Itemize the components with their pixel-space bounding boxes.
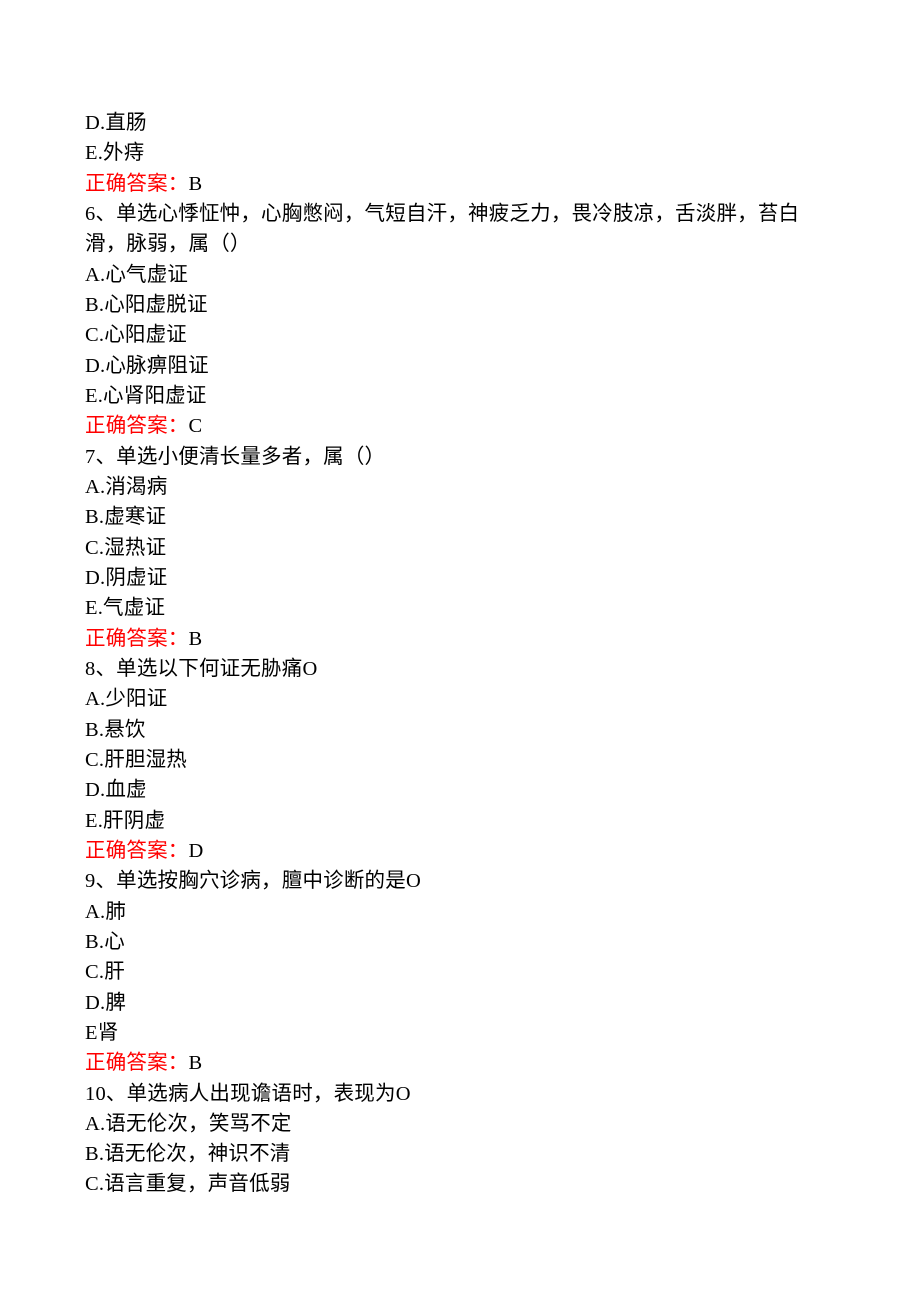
answer-value: B	[189, 173, 203, 195]
q7-option-b: B.虚寒证	[85, 502, 835, 532]
q6-stem: 6、单选心悸怔忡，心胸憋闷，气短自汗，神疲乏力，畏冷肢凉，舌淡胖，苔白滑，脉弱，…	[85, 199, 835, 260]
q6-answer: 正确答案：C	[85, 411, 835, 441]
q6-option-e: E.心肾阳虚证	[85, 381, 835, 411]
q10-option-b: B.语无伦次，神识不清	[85, 1139, 835, 1169]
q8-option-c: C.肝胆湿热	[85, 745, 835, 775]
q9-option-e: E肾	[85, 1018, 835, 1048]
q8-answer: 正确答案：D	[85, 836, 835, 866]
q8-option-b: B.悬饮	[85, 715, 835, 745]
q5-option-d: D.直肠	[85, 108, 835, 138]
q6-option-b: B.心阳虚脱证	[85, 290, 835, 320]
q7-stem: 7、单选小便清长量多者，属（）	[85, 442, 835, 472]
q9-option-c: C.肝	[85, 957, 835, 987]
q9-stem: 9、单选按胸穴诊病，膻中诊断的是O	[85, 866, 835, 896]
document-page: D.直肠 E.外痔 正确答案：B 6、单选心悸怔忡，心胸憋闷，气短自汗，神疲乏力…	[0, 0, 920, 1301]
q10-option-c: C.语言重复，声音低弱	[85, 1169, 835, 1199]
answer-label: 正确答案：	[85, 840, 189, 862]
q8-stem: 8、单选以下何证无胁痛O	[85, 654, 835, 684]
answer-value: B	[189, 628, 203, 650]
q9-option-a: A.肺	[85, 897, 835, 927]
q8-option-d: D.血虚	[85, 775, 835, 805]
q7-option-d: D.阴虚证	[85, 563, 835, 593]
q9-option-d: D.脾	[85, 988, 835, 1018]
answer-label: 正确答案：	[85, 173, 189, 195]
q6-option-d: D.心脉痹阻证	[85, 351, 835, 381]
q7-answer: 正确答案：B	[85, 624, 835, 654]
answer-value: B	[189, 1052, 203, 1074]
answer-label: 正确答案：	[85, 628, 189, 650]
q10-option-a: A.语无伦次，笑骂不定	[85, 1109, 835, 1139]
q10-stem: 10、单选病人出现谵语时，表现为O	[85, 1079, 835, 1109]
q5-option-e: E.外痔	[85, 138, 835, 168]
q9-option-b: B.心	[85, 927, 835, 957]
answer-value: D	[189, 840, 204, 862]
q8-option-a: A.少阳证	[85, 684, 835, 714]
q6-option-a: A.心气虚证	[85, 260, 835, 290]
q7-option-e: E.气虚证	[85, 593, 835, 623]
q7-option-c: C.湿热证	[85, 533, 835, 563]
q6-option-c: C.心阳虚证	[85, 320, 835, 350]
q9-answer: 正确答案：B	[85, 1048, 835, 1078]
q8-option-e: E.肝阴虚	[85, 806, 835, 836]
q5-answer: 正确答案：B	[85, 169, 835, 199]
answer-label: 正确答案：	[85, 1052, 189, 1074]
answer-label: 正确答案：	[85, 415, 189, 437]
q7-option-a: A.消渴病	[85, 472, 835, 502]
answer-value: C	[189, 415, 203, 437]
